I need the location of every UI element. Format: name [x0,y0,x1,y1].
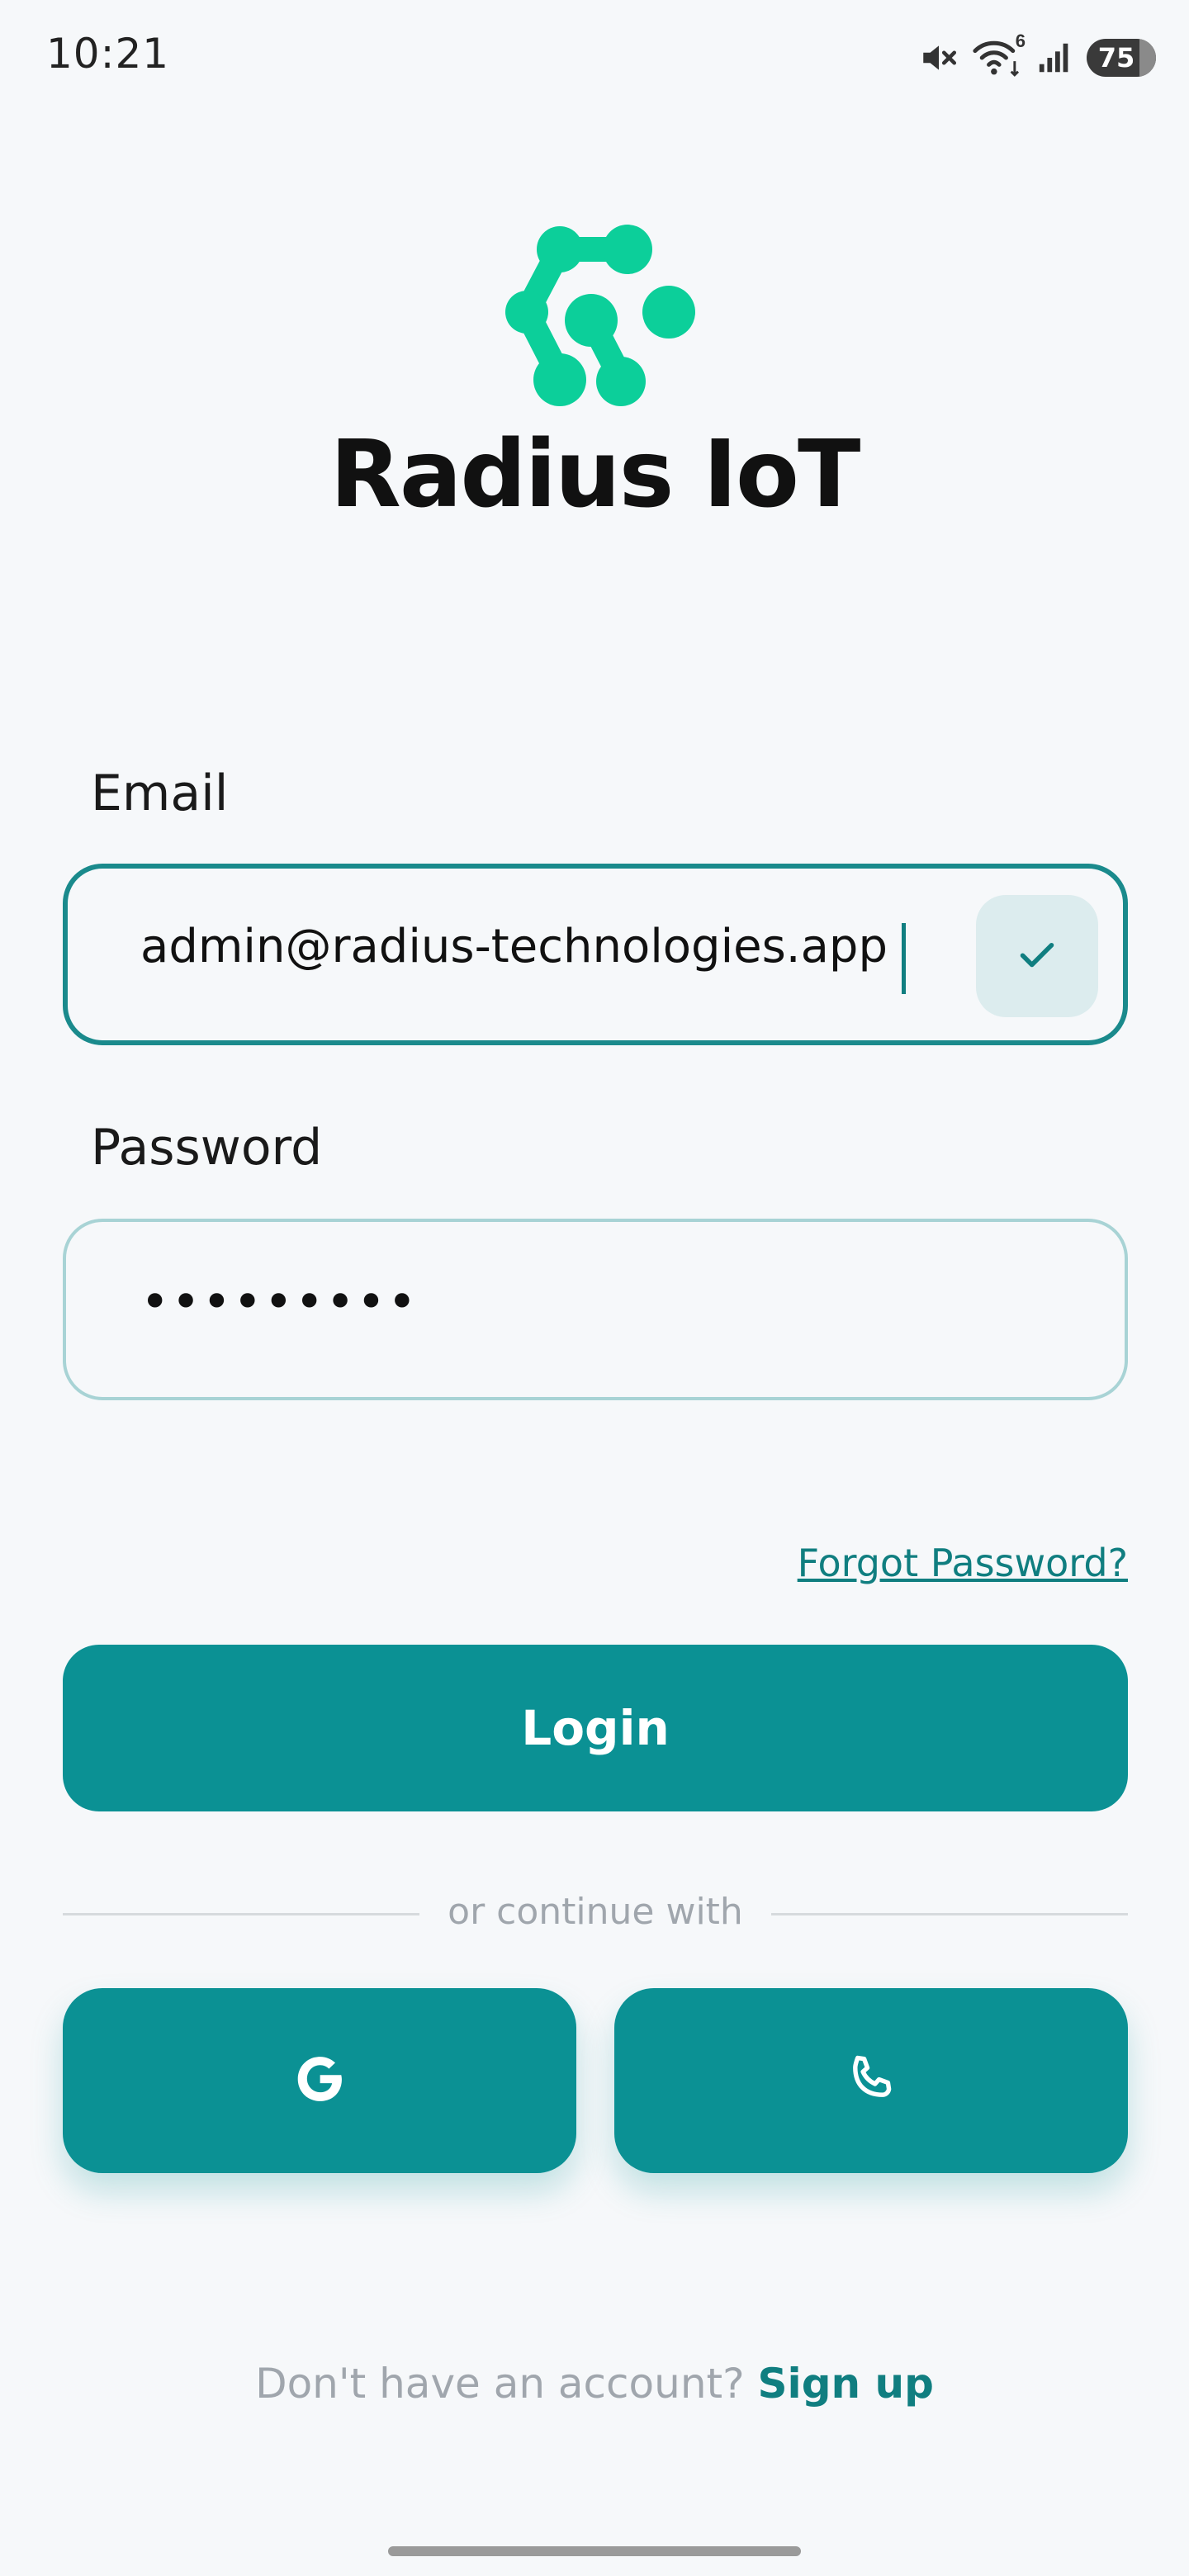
mute-icon [918,37,959,78]
signup-prompt: Don't have an account? [255,2360,758,2408]
google-login-button[interactable] [63,1988,576,2173]
email-field[interactable]: admin@radius-technologies.app [63,864,1128,1045]
home-indicator[interactable] [388,2546,801,2556]
divider-text: or continue with [448,1891,743,1933]
email-label: Email [91,765,229,822]
google-icon [288,2048,351,2114]
email-valid-badge [976,895,1098,1017]
signup-link[interactable]: Sign up [758,2360,934,2408]
signup-row: Don't have an account? Sign up [0,2360,1189,2408]
email-value: admin@radius-technologies.app [140,920,888,973]
forgot-password-link[interactable]: Forgot Password? [798,1541,1128,1585]
phone-login-button[interactable] [614,1988,1128,2173]
wifi-badge: 6 [1015,31,1026,51]
battery-level: 75 [1097,42,1135,73]
password-label: Password [91,1119,323,1177]
text-caret [902,923,906,994]
password-value: ••••••••• [140,1273,419,1331]
phone-icon [841,2049,901,2113]
signal-icon [1035,39,1075,77]
divider-line-right [771,1913,1128,1915]
login-button[interactable]: Login [63,1645,1128,1811]
status-bar: 10:21 6 75 [0,0,1189,116]
brand-name: Radius IoT [329,421,861,528]
checkmark-icon [1012,930,1062,983]
password-field[interactable]: ••••••••• [63,1219,1128,1400]
logo-icon [487,223,702,421]
battery-icon: 75 [1087,39,1156,77]
status-icons: 6 75 [918,31,1156,81]
status-time: 10:21 [46,30,170,78]
wifi-icon: 6 [971,31,1026,78]
social-divider: or continue with [63,1891,1128,1937]
